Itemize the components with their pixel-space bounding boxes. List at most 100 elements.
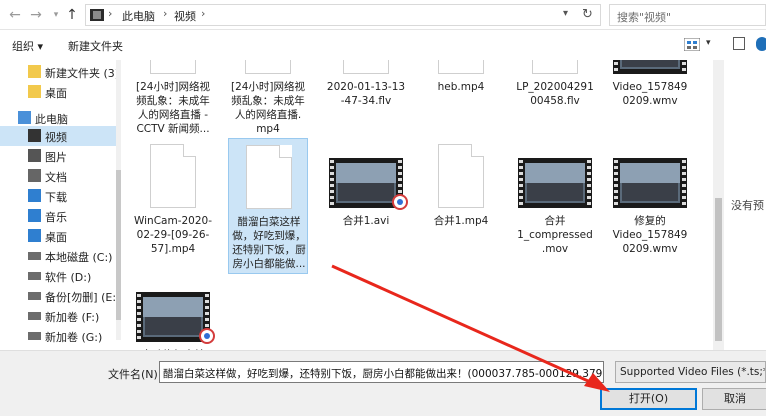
music-icon <box>28 209 41 222</box>
file-list-scroll-thumb[interactable] <box>715 198 722 341</box>
sidebar-item[interactable]: 图片 <box>0 146 116 166</box>
navigation-pane: 新建文件夹 (3) 桌面 此电脑 视频 图片 文档 下载 音乐 桌面 本地磁盘 (C:) 软件 (D… <box>0 60 120 350</box>
command-toolbar: 组织 ▾ 新建文件夹 ▾ <box>0 31 766 59</box>
file-item[interactable]: heb.mp4 <box>421 60 501 140</box>
breadcrumb-videos[interactable]: 视频 <box>174 8 196 24</box>
file-list: [24小时]网络视 频乱象：未成年 人的网络直播 - CCTV 新闻频... [2… <box>123 60 713 350</box>
sidebar-item-label: 本地磁盘 (C:) <box>45 251 113 264</box>
sidebar-item-label: 新加卷 (F:) <box>45 311 100 324</box>
file-item[interactable]: [24小时]网络视 频乱象：未成年 人的网络直播. mp4 <box>228 60 308 140</box>
search-input[interactable]: 搜索"视频" <box>609 4 766 26</box>
file-icon <box>150 144 196 208</box>
file-item[interactable]: 修复的 Video_157849 0209.wmv <box>610 138 690 274</box>
sidebar-item[interactable]: 此电脑 <box>0 108 116 128</box>
open-button[interactable]: 打开(O) <box>600 388 697 410</box>
file-icon <box>245 60 291 74</box>
search-placeholder: 搜索"视频" <box>617 11 672 24</box>
file-icon <box>438 144 484 208</box>
preview-pane-message: 没有预 <box>731 199 764 212</box>
filename-label: 文件名(N): <box>108 368 162 381</box>
address-box[interactable]: › 此电脑 › 视频 › ▾ ↻ <box>85 4 601 26</box>
sidebar-item-label: 新建文件夹 (3) <box>45 67 120 80</box>
breadcrumb-this-pc[interactable]: 此电脑 <box>122 8 155 24</box>
file-name: WinCam-2020- 02-29-[09-26- 57].mp4 <box>133 215 213 255</box>
folder-icon <box>28 65 41 78</box>
sidebar-item[interactable]: 备份[勿删] (E:) <box>0 286 120 306</box>
sidebar-item[interactable]: 本地磁盘 (C:) <box>0 246 116 266</box>
sidebar-item[interactable]: 软件 (D:) <box>0 266 116 286</box>
cancel-button[interactable]: 取消 <box>702 388 766 410</box>
file-item[interactable]: 2020-01-13-13 -47-34.flv <box>326 60 406 140</box>
desktop-icon <box>28 229 41 242</box>
file-type-value: Supported Video Files (*.ts;*.mp4 <box>620 366 765 378</box>
sidebar-item-label: 视频 <box>45 131 67 144</box>
folder-icon <box>28 85 41 98</box>
sidebar-item[interactable]: 下载 <box>0 186 116 206</box>
file-icon <box>438 60 484 74</box>
file-item[interactable]: WinCam-2020- 02-29-[09-26- 57].mp4 <box>133 138 213 274</box>
new-folder-button[interactable]: 新建文件夹 <box>68 38 123 54</box>
file-name: Video_157849 0209.wmv <box>612 81 688 107</box>
file-item[interactable]: 醋溜白菜这样 做，好吃到爆， 还特别下饭，厨 房小白都能做... <box>228 138 308 274</box>
file-icon <box>532 60 578 74</box>
picture-icon <box>28 149 41 162</box>
file-list-scrollbar[interactable] <box>713 60 724 350</box>
sidebar-scroll-thumb[interactable] <box>116 170 121 320</box>
file-name: LP_202004291 00458.flv <box>516 81 594 107</box>
file-name: 醋溜白菜这样 做，好吃到爆， 还特别下饭，厨 房小白都能做... <box>232 216 306 270</box>
file-item[interactable]: LP_202004291 00458.flv <box>515 60 595 140</box>
video-folder-icon <box>28 129 41 142</box>
file-name: [24小时]网络视 频乱象：未成年 人的网络直播. mp4 <box>230 81 306 135</box>
computer-icon <box>18 111 31 124</box>
file-name: 2020-01-13-13 -47-34.flv <box>326 81 406 107</box>
file-item[interactable]: Video_157849 0209.wmv <box>610 60 690 140</box>
sidebar-item-label: 文档 <box>45 171 67 184</box>
file-item[interactable]: [24小时]网络视 频乱象：未成年 人的网络直播 - CCTV 新闻频... <box>133 60 213 140</box>
video-thumbnail <box>613 158 687 208</box>
sidebar-item[interactable]: 桌面 <box>0 82 116 102</box>
video-thumbnail <box>518 158 592 208</box>
drive-icon <box>28 252 41 260</box>
sidebar-item[interactable]: 桌面 <box>0 226 116 246</box>
file-type-select[interactable]: Supported Video Files (*.ts;*.mp4 <box>615 361 766 383</box>
back-arrow-icon[interactable]: ← <box>6 6 24 24</box>
drive-icon <box>28 312 41 320</box>
organize-button[interactable]: 组织 ▾ <box>12 38 43 54</box>
sidebar-item[interactable]: 新加卷 (F:) <box>0 306 116 326</box>
preview-pane-icon[interactable] <box>733 37 745 50</box>
view-dropdown-icon[interactable]: ▾ <box>706 38 711 48</box>
file-name: 合并1.avi <box>342 215 390 227</box>
sidebar-item-label: 桌面 <box>45 231 67 244</box>
file-item[interactable]: 合并 1_compressed .mov <box>515 138 595 274</box>
player-badge-icon <box>392 194 408 210</box>
sidebar-item[interactable]: 新加卷 (G:) <box>0 326 116 346</box>
document-icon <box>28 169 41 182</box>
sidebar-item-label: 此电脑 <box>35 113 68 126</box>
file-item[interactable]: 合并1.mp4 <box>421 138 501 274</box>
video-folder-icon <box>90 9 104 21</box>
sidebar-scrollbar[interactable] <box>116 60 121 340</box>
file-name: 修复的 Video_157849 0209.wmv <box>612 215 688 255</box>
drive-icon <box>28 292 41 300</box>
breadcrumb-chevron-icon[interactable]: › <box>108 7 112 20</box>
refresh-icon[interactable]: ↻ <box>582 7 593 22</box>
sidebar-item[interactable]: 新建文件夹 (3) <box>0 62 120 82</box>
up-arrow-icon[interactable]: ↑ <box>63 6 81 24</box>
help-icon[interactable] <box>756 37 766 51</box>
file-item[interactable]: 合并1.avi <box>326 138 408 274</box>
sidebar-item[interactable]: 视频 <box>0 126 116 146</box>
file-icon <box>343 60 389 74</box>
breadcrumb-chevron-icon[interactable]: › <box>201 7 205 20</box>
address-dropdown-icon[interactable]: ▾ <box>563 8 568 19</box>
change-view-icon[interactable] <box>684 38 700 51</box>
sidebar-item[interactable]: 音乐 <box>0 206 116 226</box>
forward-arrow-icon[interactable]: → <box>27 6 45 24</box>
file-name: heb.mp4 <box>437 81 485 93</box>
sidebar-item[interactable]: 文档 <box>0 166 116 186</box>
sidebar-item-label: 软件 (D:) <box>45 271 92 284</box>
breadcrumb-chevron-icon[interactable]: › <box>163 7 167 20</box>
download-icon <box>28 189 41 202</box>
file-name: 合并 1_compressed .mov <box>517 215 593 255</box>
filename-field[interactable]: 醋溜白菜这样做，好吃到爆，还特别下饭，厨房小白都能做出来！(000037.785… <box>159 361 604 383</box>
file-item[interactable]: 自动修复合并 1-1.AVI <box>133 272 215 350</box>
